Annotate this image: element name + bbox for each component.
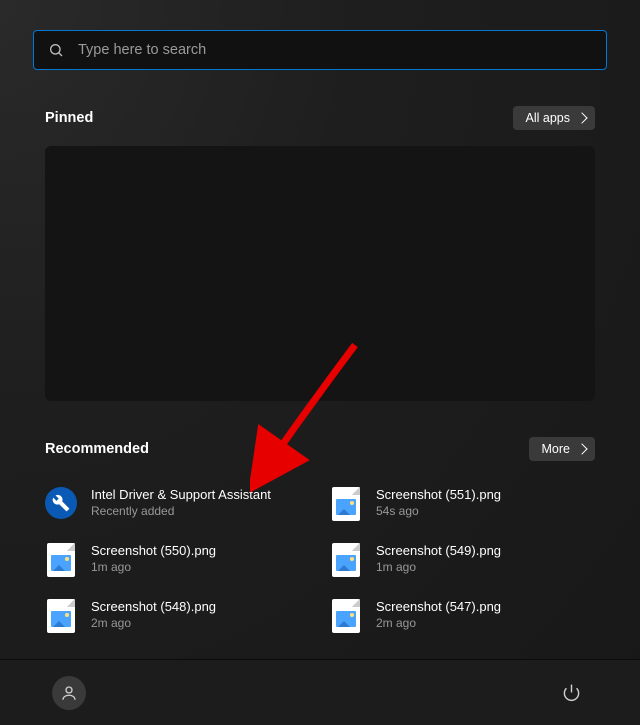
image-file-icon: [330, 599, 362, 631]
recommended-item-title: Screenshot (548).png: [91, 599, 216, 615]
pinned-title: Pinned: [45, 110, 93, 126]
recommended-item-title: Screenshot (550).png: [91, 543, 216, 559]
recommended-item-intel[interactable]: Intel Driver & Support Assistant Recentl…: [45, 487, 310, 519]
user-icon: [60, 684, 78, 702]
chevron-right-icon: [576, 112, 587, 123]
image-file-icon: [330, 487, 362, 519]
recommended-item-text: Screenshot (549).png 1m ago: [376, 543, 501, 574]
recommended-item-sub: 54s ago: [376, 504, 501, 519]
recommended-item-sub: Recently added: [91, 504, 271, 519]
pinned-header: Pinned All apps: [45, 106, 595, 130]
recommended-header: Recommended More: [45, 437, 595, 461]
all-apps-button[interactable]: All apps: [513, 106, 595, 130]
recommended-grid: Intel Driver & Support Assistant Recentl…: [45, 487, 595, 631]
recommended-item-text: Screenshot (548).png 2m ago: [91, 599, 216, 630]
pinned-grid: [45, 146, 595, 401]
recommended-item-sub: 2m ago: [91, 616, 216, 631]
start-menu: Pinned All apps Recommended More: [0, 0, 640, 725]
more-button[interactable]: More: [529, 437, 595, 461]
recommended-item-file[interactable]: Screenshot (551).png 54s ago: [330, 487, 595, 519]
recommended-item-title: Screenshot (549).png: [376, 543, 501, 559]
image-file-icon: [45, 543, 77, 575]
recommended-title: Recommended: [45, 441, 149, 457]
recommended-section: Recommended More Intel Driver & Support …: [0, 437, 640, 631]
recommended-item-title: Screenshot (551).png: [376, 487, 501, 503]
chevron-right-icon: [576, 443, 587, 454]
recommended-item-file[interactable]: Screenshot (547).png 2m ago: [330, 599, 595, 631]
recommended-item-file[interactable]: Screenshot (549).png 1m ago: [330, 543, 595, 575]
power-button[interactable]: [554, 676, 588, 710]
power-icon: [562, 683, 581, 702]
all-apps-label: All apps: [526, 111, 570, 125]
recommended-item-sub: 2m ago: [376, 616, 501, 631]
intel-icon: [45, 487, 77, 519]
image-file-icon: [45, 599, 77, 631]
user-account-button[interactable]: [52, 676, 86, 710]
recommended-item-sub: 1m ago: [91, 560, 216, 575]
recommended-item-text: Screenshot (551).png 54s ago: [376, 487, 501, 518]
recommended-item-text: Intel Driver & Support Assistant Recentl…: [91, 487, 271, 518]
recommended-item-text: Screenshot (547).png 2m ago: [376, 599, 501, 630]
search-icon: [48, 42, 64, 58]
recommended-item-title: Screenshot (547).png: [376, 599, 501, 615]
more-label: More: [542, 442, 570, 456]
image-file-icon: [330, 543, 362, 575]
recommended-item-file[interactable]: Screenshot (550).png 1m ago: [45, 543, 310, 575]
search-input[interactable]: [78, 42, 592, 58]
search-container: [0, 0, 640, 70]
recommended-item-file[interactable]: Screenshot (548).png 2m ago: [45, 599, 310, 631]
bottom-bar: [0, 659, 640, 725]
pinned-section: Pinned All apps: [0, 106, 640, 130]
recommended-item-title: Intel Driver & Support Assistant: [91, 487, 271, 503]
recommended-item-sub: 1m ago: [376, 560, 501, 575]
recommended-item-text: Screenshot (550).png 1m ago: [91, 543, 216, 574]
search-box[interactable]: [33, 30, 607, 70]
